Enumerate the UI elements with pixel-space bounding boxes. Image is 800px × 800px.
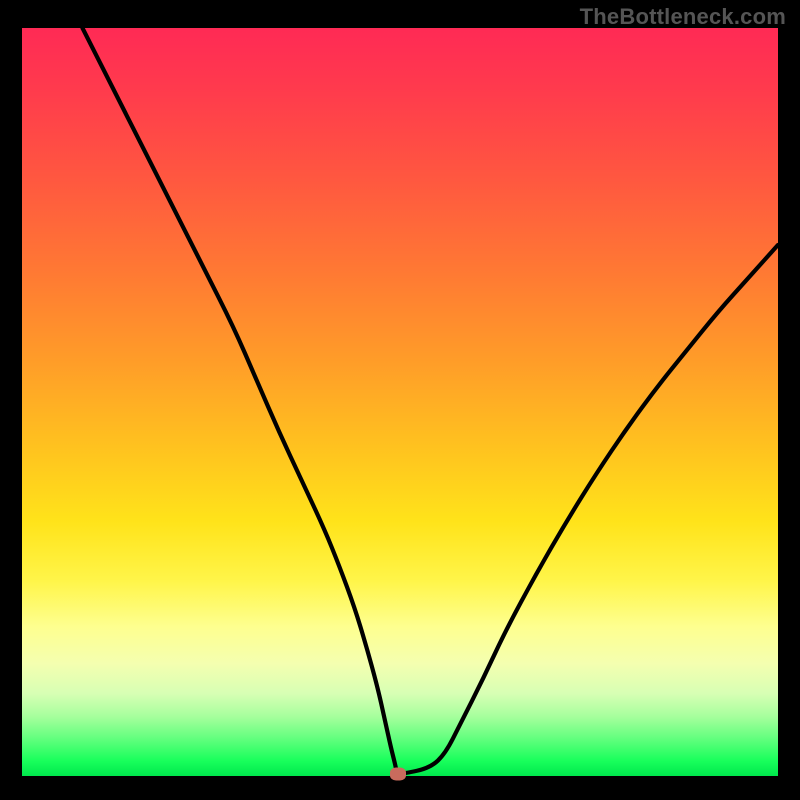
chart-stage: TheBottleneck.com [0, 0, 800, 800]
curve-svg [22, 28, 778, 776]
watermark-text: TheBottleneck.com [580, 4, 786, 30]
plot-area [22, 28, 778, 776]
optimal-point-marker [390, 767, 406, 780]
bottleneck-curve-path [82, 28, 778, 773]
